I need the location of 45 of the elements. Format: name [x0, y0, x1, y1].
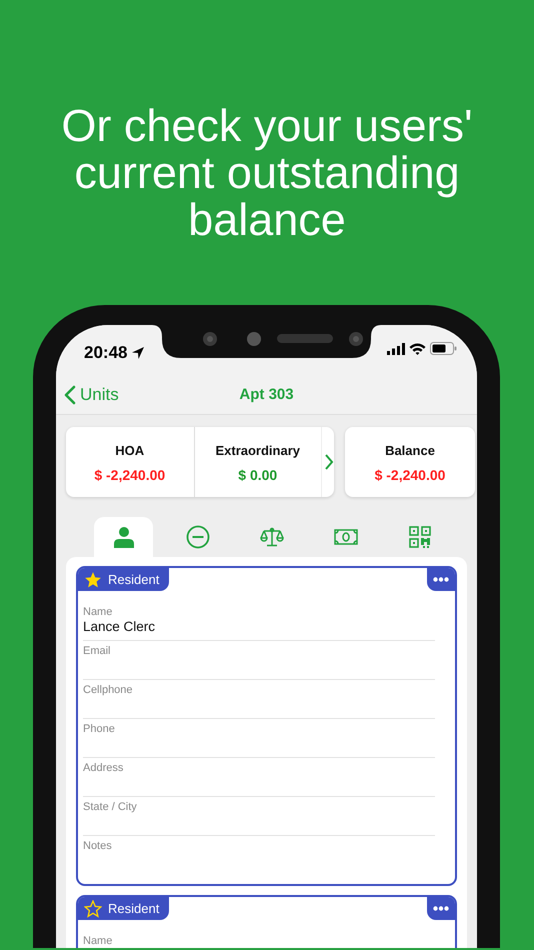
wifi-icon — [408, 342, 426, 354]
back-button[interactable]: Units — [56, 382, 119, 408]
balance-amount: $ -2,240.00 — [374, 466, 446, 484]
form-field[interactable]: Address — [83, 758, 435, 797]
field-label: Phone — [83, 723, 116, 736]
banknote-icon — [334, 529, 358, 545]
field-label: Cellphone — [83, 684, 134, 697]
field-value: Lance Clerc — [83, 619, 156, 635]
status-time: 20:48 — [84, 342, 128, 364]
form-field[interactable]: Name — [83, 931, 435, 948]
form-field[interactable]: Phone — [83, 719, 435, 758]
field-label: Name — [83, 935, 114, 948]
summary-amount: $ 0.00 — [237, 466, 278, 484]
person-icon — [112, 526, 134, 548]
summary-amount: $ -2,240.00 — [93, 466, 166, 484]
qr-code-icon — [408, 526, 430, 548]
tab[interactable] — [94, 517, 153, 557]
location-arrow-icon — [131, 346, 146, 360]
summary-label: HOA — [114, 442, 146, 460]
battery-icon — [430, 342, 457, 355]
field-label: Address — [83, 762, 124, 775]
headline: Or check your users' current outstanding balance — [60, 99, 474, 243]
signal-icon — [386, 342, 405, 354]
more-icon — [433, 906, 449, 911]
field-label: Name — [83, 606, 114, 619]
more-button[interactable] — [427, 568, 455, 591]
summary-label: Extraordinary — [214, 442, 302, 460]
form-field[interactable]: Notes — [83, 836, 435, 884]
minus-circle-icon — [186, 525, 210, 549]
field-label: Notes — [83, 840, 113, 853]
form-field[interactable]: Name Lance Clerc — [83, 602, 435, 641]
scale-icon — [260, 527, 284, 547]
chevron-left-icon — [64, 384, 76, 404]
field-label: State / City — [83, 801, 138, 814]
form-field[interactable]: Cellphone — [83, 680, 435, 719]
resident-label: Resident — [108, 570, 160, 589]
resident-label: Resident — [108, 900, 160, 918]
more-icon — [433, 577, 449, 582]
field-label: Email — [83, 645, 112, 658]
more-button[interactable] — [427, 897, 455, 920]
balance-label: Balance — [384, 442, 436, 460]
chevron-right-icon[interactable] — [324, 452, 334, 472]
screen-title: Apt 303 — [239, 386, 294, 404]
form-field[interactable]: State / City — [83, 797, 435, 836]
form-field[interactable]: Email — [83, 641, 435, 680]
